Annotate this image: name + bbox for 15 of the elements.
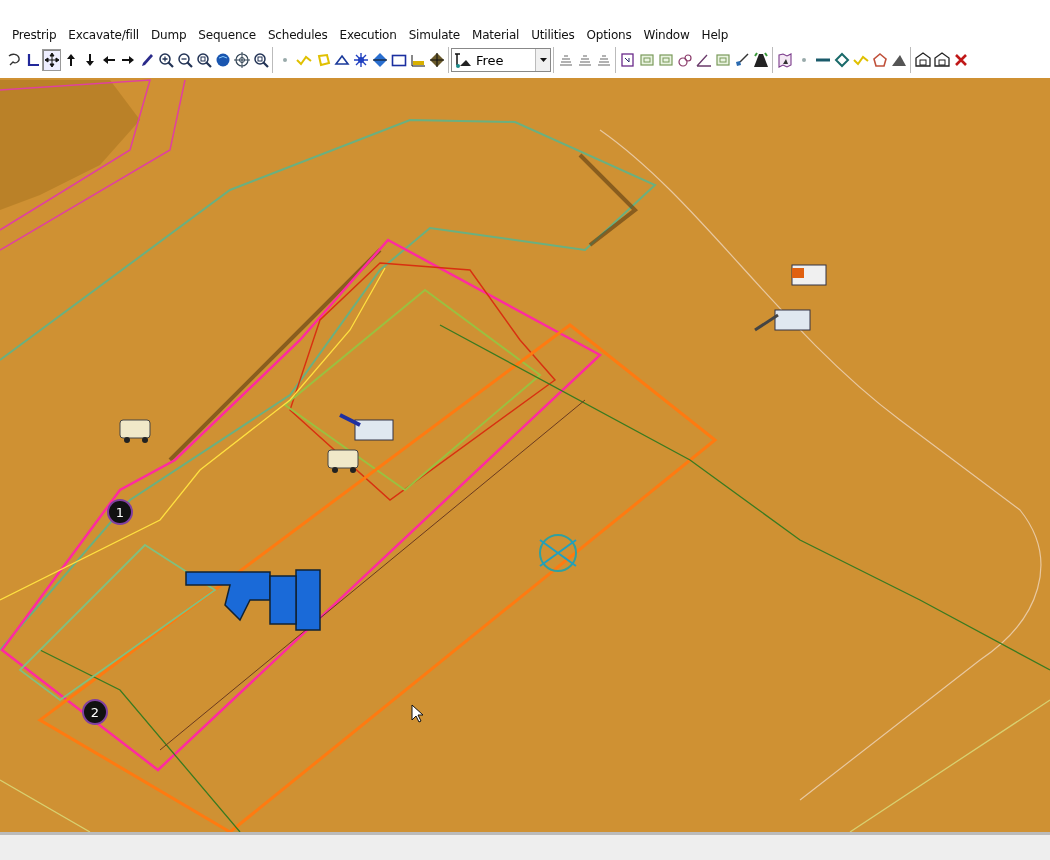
menu-item[interactable]: Execution xyxy=(333,28,403,42)
menu-item[interactable]: Options xyxy=(580,28,638,42)
menu-item[interactable]: Dump xyxy=(144,28,193,42)
number-marker: 1 xyxy=(107,499,133,525)
menu-item[interactable]: Help xyxy=(695,28,735,42)
menu-item[interactable]: Simulate xyxy=(402,28,467,42)
menu-item[interactable]: Prestrip xyxy=(6,28,63,42)
number-marker: 2 xyxy=(82,699,108,725)
menu-item[interactable]: Sequence xyxy=(192,28,262,42)
menu-item[interactable]: Window xyxy=(637,28,696,42)
menu-item[interactable]: Schedules xyxy=(261,28,334,42)
menu-item[interactable]: Excavate/fill xyxy=(62,28,145,42)
view-mode-dropdown[interactable]: Free xyxy=(451,48,551,72)
menu-item[interactable]: Material xyxy=(466,28,526,42)
menu-item[interactable]: Utilities xyxy=(525,28,581,42)
